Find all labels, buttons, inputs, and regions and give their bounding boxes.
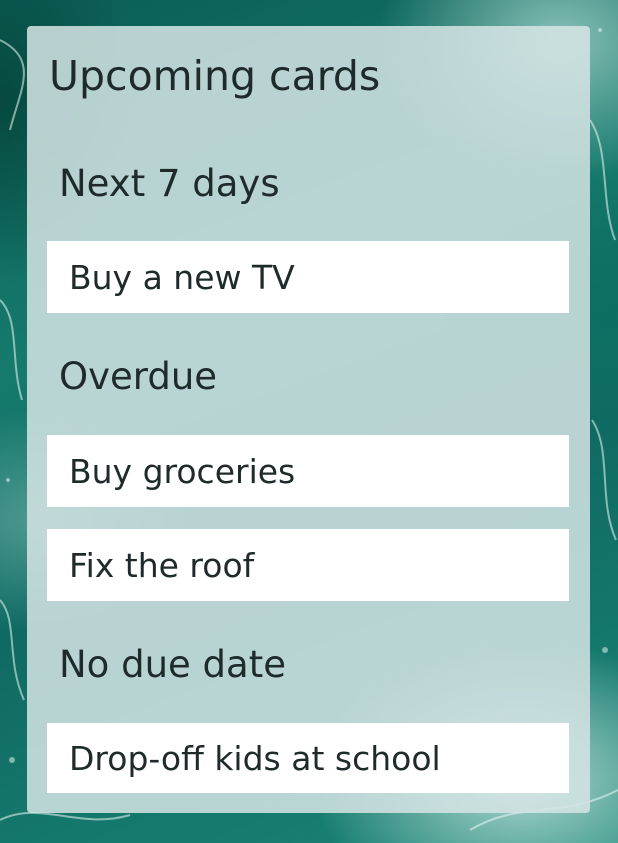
section-heading-no-due-date: No due date <box>59 643 286 686</box>
card-item[interactable]: Buy groceries <box>47 435 569 507</box>
card-item[interactable]: Drop-off kids at school <box>47 723 569 793</box>
upcoming-cards-widget: Upcoming cards Next 7 days Buy a new TV … <box>27 26 590 813</box>
card-item[interactable]: Fix the roof <box>47 529 569 601</box>
section-heading-overdue: Overdue <box>59 355 218 398</box>
section-heading-next-7-days: Next 7 days <box>59 162 280 205</box>
card-title: Fix the roof <box>69 545 255 585</box>
card-title: Buy groceries <box>69 451 296 491</box>
card-title: Buy a new TV <box>69 257 295 297</box>
card-title: Drop-off kids at school <box>69 738 441 778</box>
card-item[interactable]: Buy a new TV <box>47 241 569 313</box>
widget-title: Upcoming cards <box>49 52 381 100</box>
